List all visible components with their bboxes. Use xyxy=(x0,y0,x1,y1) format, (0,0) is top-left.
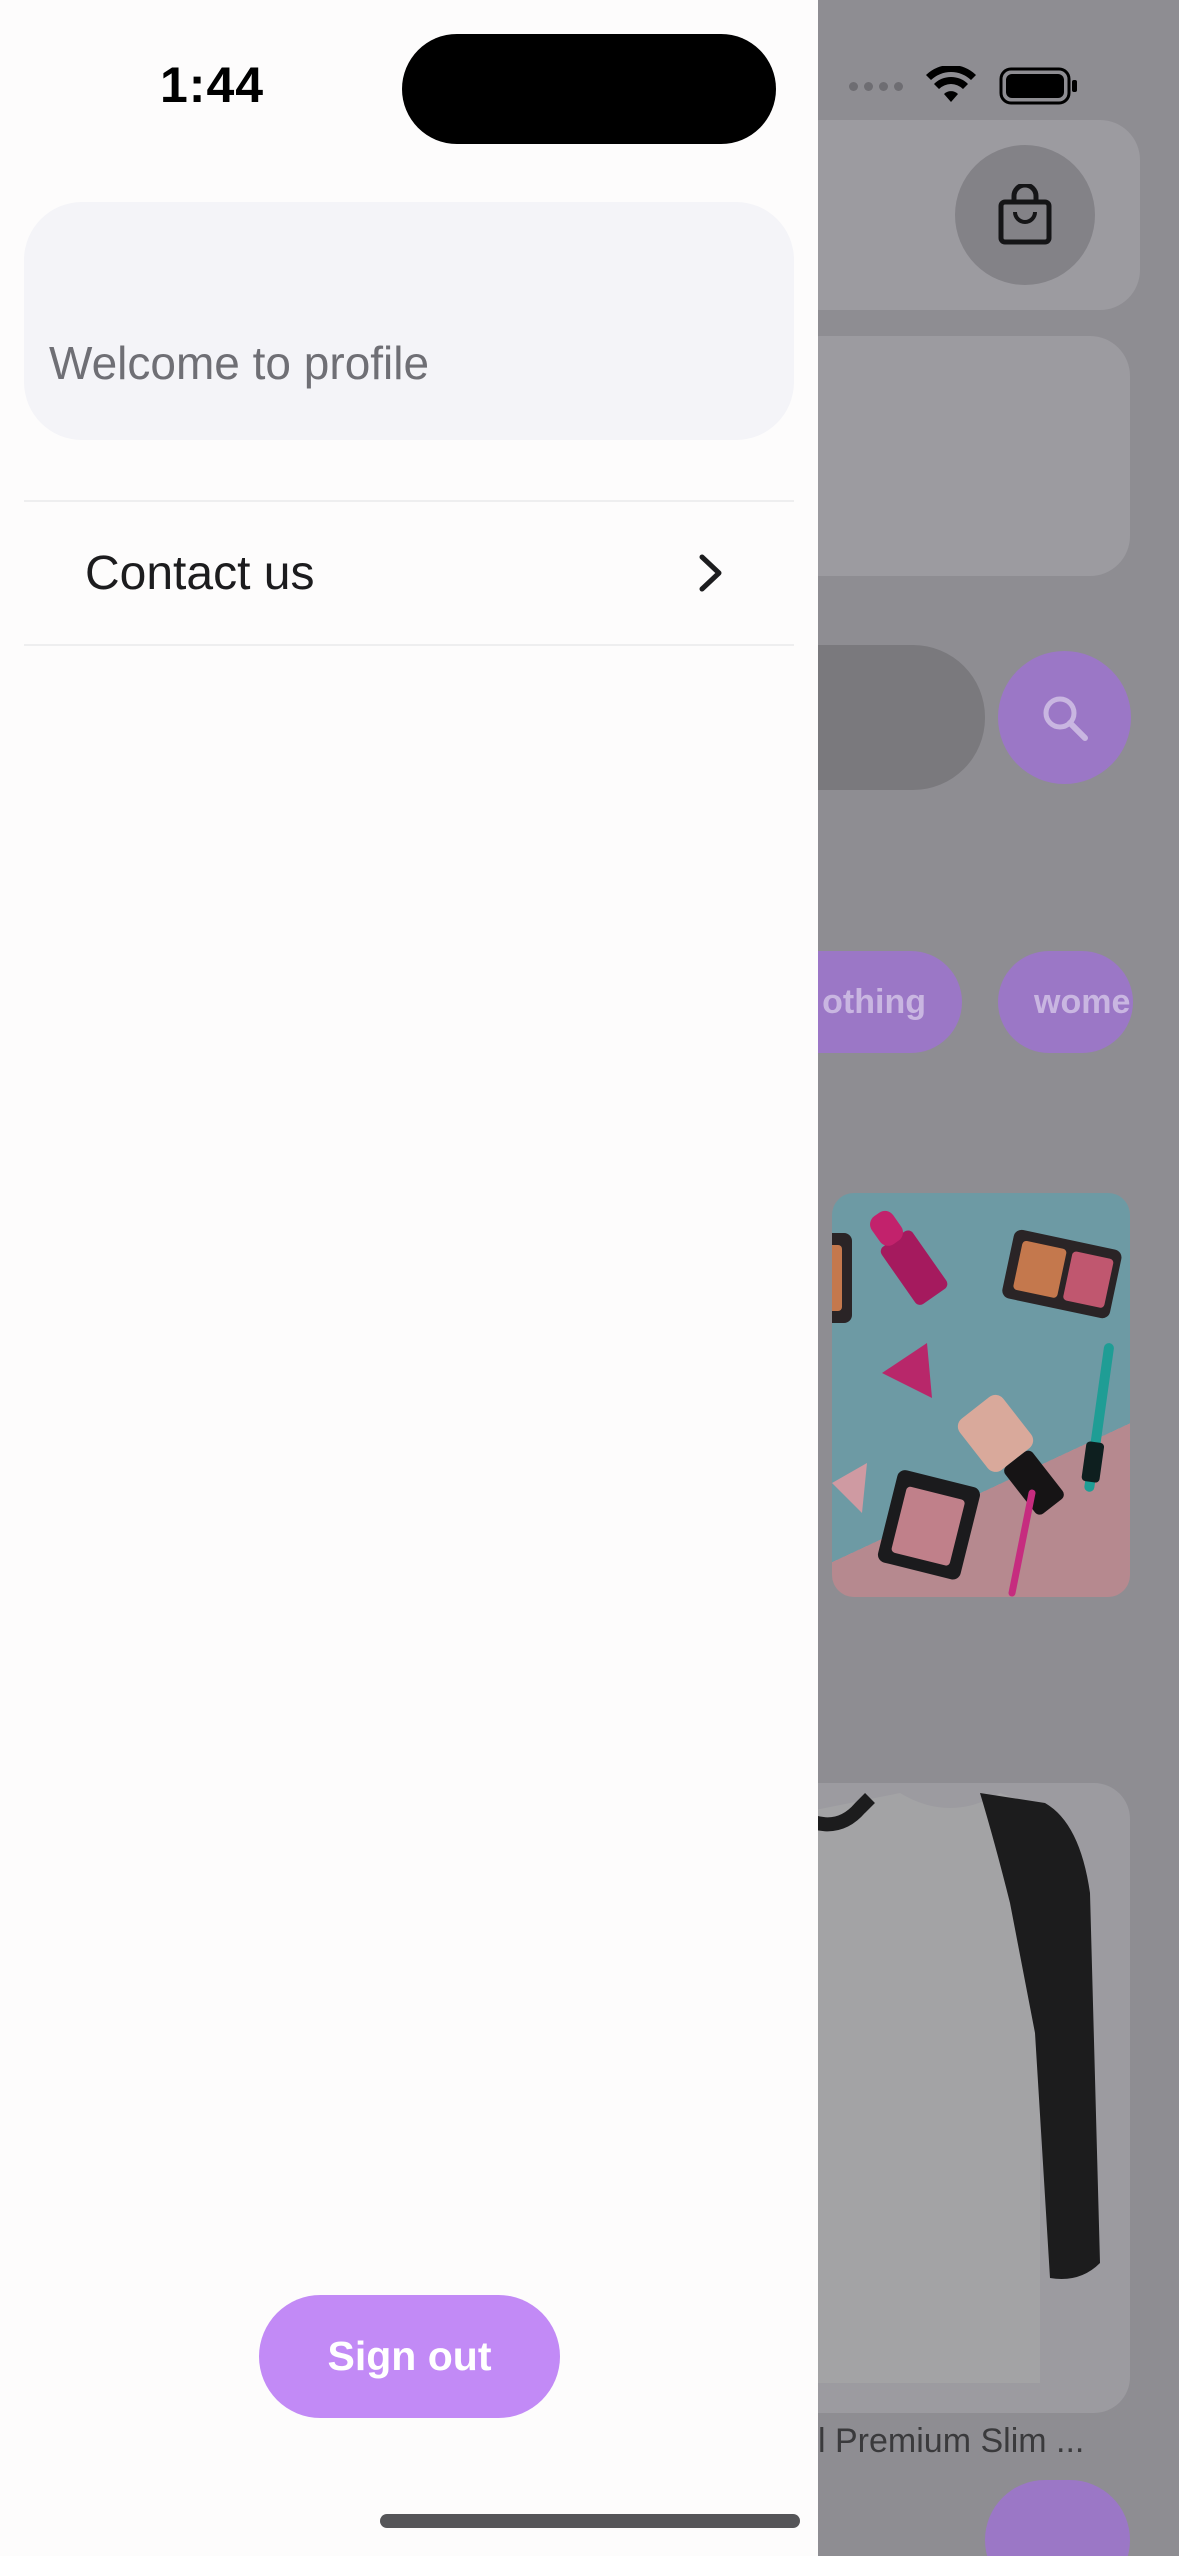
chevron-right-icon xyxy=(699,554,722,592)
menu-item-contact-us[interactable]: Contact us xyxy=(24,502,794,644)
banner-card xyxy=(780,336,1130,576)
product-card[interactable] xyxy=(780,1783,1130,2413)
shopping-bag-icon xyxy=(998,184,1052,245)
divider xyxy=(24,644,794,646)
cellular-signal-icon xyxy=(849,81,903,91)
profile-card[interactable] xyxy=(24,202,794,440)
battery-icon xyxy=(999,67,1077,105)
cart-button[interactable] xyxy=(955,145,1095,285)
dynamic-island xyxy=(402,34,776,144)
side-drawer: 1:44 Welcome to profile Contact us Sign … xyxy=(0,0,818,2556)
wifi-icon xyxy=(926,66,976,102)
menu-item-label: Contact us xyxy=(85,546,315,600)
status-time: 1:44 xyxy=(160,57,265,113)
profile-welcome-text: Welcome to profile xyxy=(49,337,430,389)
sign-out-button[interactable]: Sign out xyxy=(259,2295,560,2418)
add-to-cart-button[interactable] xyxy=(985,2480,1130,2556)
category-chip-women[interactable]: wome xyxy=(998,951,1133,1053)
promo-image-makeup[interactable] xyxy=(832,1193,1130,1597)
search-button[interactable] xyxy=(998,651,1131,784)
search-icon xyxy=(1043,696,1088,741)
makeup-illustration xyxy=(832,1210,1122,1597)
product-title: l Premium Slim ... xyxy=(818,2422,1085,2460)
home-indicator[interactable] xyxy=(380,2514,800,2528)
status-indicators xyxy=(849,66,1079,106)
raglan-shirt-image xyxy=(780,1793,1100,2383)
